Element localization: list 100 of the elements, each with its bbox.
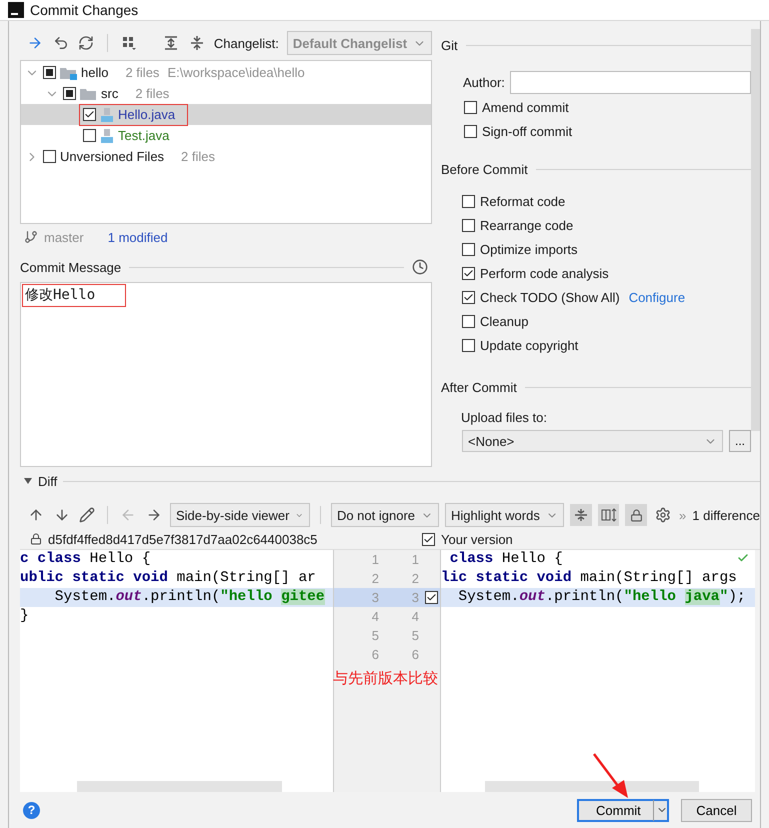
option-label: Reformat code [480, 194, 566, 208]
line-number: 5 [410, 628, 419, 643]
module-folder-icon [60, 66, 77, 80]
line-number: 1 [370, 552, 379, 567]
scrollbar[interactable] [77, 781, 282, 792]
ignore-dropdown[interactable]: Do not ignore [330, 503, 439, 527]
file-count: 2 files [125, 65, 160, 80]
line-number: 1 [410, 552, 419, 567]
section-title: Git [441, 38, 458, 52]
branch-name: master [44, 230, 84, 244]
code-line: } [20, 607, 29, 626]
annotation-note: 与先前版本比较 [333, 669, 438, 688]
line-number: 4 [370, 609, 379, 624]
message-text: 修改Hello [22, 284, 126, 307]
checkbox[interactable] [83, 108, 96, 121]
sync-scroll-icon[interactable] [598, 504, 620, 526]
version-title: Your version [441, 532, 513, 546]
line-number: 3 [410, 590, 419, 605]
tree-item-name[interactable]: hello [81, 65, 108, 80]
check-icon [737, 552, 749, 564]
commit-split-button[interactable]: Commit [577, 798, 669, 822]
diff-title: Diff [38, 474, 58, 488]
changelist-label: Changelist: [214, 36, 279, 50]
group-by-icon[interactable] [120, 35, 137, 51]
show-diff-icon[interactable] [26, 35, 43, 51]
edit-icon[interactable] [79, 507, 96, 523]
option-label: Optimize imports [480, 242, 578, 256]
collapse-unchanged-icon[interactable] [570, 504, 592, 526]
project-path: E:\workspace\idea\hello [167, 65, 305, 80]
scrollbar[interactable] [485, 781, 699, 792]
window-title: Commit Changes [30, 2, 138, 18]
revision-hash: d5fdf4ffed8d417d5e7f3817d7aa02c6440038c5 [48, 532, 318, 546]
section-title: Before Commit [441, 162, 528, 176]
modified-count[interactable]: 1 modified [108, 230, 168, 244]
checkbox[interactable] [462, 194, 475, 208]
folder-icon [80, 86, 97, 100]
line-number: 4 [410, 609, 419, 624]
upload-dropdown[interactable]: <None> [462, 430, 723, 452]
checkbox[interactable] [462, 242, 475, 256]
checkbox[interactable] [462, 290, 475, 304]
tree-item-name[interactable]: src [101, 86, 118, 101]
java-file-icon [100, 106, 114, 122]
right-code-pane[interactable]: class Hello { lic static void main(String[] args System.out.println("hello java"); [441, 550, 755, 792]
checkbox[interactable] [462, 218, 475, 232]
viewer-dropdown[interactable]: Side-by-side viewer [170, 503, 310, 527]
checkbox[interactable] [422, 532, 435, 546]
checkbox[interactable] [43, 150, 56, 163]
line-number: 5 [370, 628, 379, 643]
highlight-dropdown[interactable]: Highlight words [444, 503, 564, 527]
checkbox[interactable] [63, 87, 76, 100]
upload-label: Upload files to: [461, 410, 547, 424]
checkbox[interactable] [464, 100, 477, 114]
option-label: Update copyright [480, 338, 578, 352]
checkbox[interactable] [83, 129, 96, 142]
author-field[interactable] [510, 70, 751, 94]
line-number: 2 [410, 571, 419, 586]
cancel-button[interactable]: Cancel [681, 798, 752, 822]
java-file-icon [100, 128, 114, 144]
file-count: 2 files [135, 86, 170, 101]
tree-item-name[interactable]: Test.java [118, 128, 170, 143]
option-label: Cleanup [480, 314, 528, 328]
help-icon[interactable]: ? [23, 802, 40, 818]
checkbox[interactable] [425, 591, 438, 604]
tree-item-name[interactable]: Unversioned Files [60, 149, 164, 164]
lock-icon[interactable] [625, 504, 648, 526]
expand-all-icon[interactable] [163, 35, 180, 51]
tree-item-name[interactable]: Hello.java [118, 107, 176, 122]
author-label: Author: [463, 74, 505, 90]
browse-button[interactable]: ... [729, 430, 751, 452]
option-label: Sign-off commit [482, 124, 572, 138]
settings-icon[interactable] [655, 507, 672, 523]
difference-count: 1 difference [692, 508, 760, 522]
lock-icon [30, 533, 42, 545]
collapse-triangle-icon[interactable] [24, 478, 32, 484]
code-line: ublic static void main(String[] ar [20, 569, 316, 588]
option-label: Amend commit [482, 100, 569, 114]
checkbox[interactable] [462, 266, 475, 280]
collapse-all-icon[interactable] [189, 35, 206, 51]
left-code-pane[interactable]: c class Hello { ublic static void main(String[] ar System.out.println("hello gitee } [20, 550, 333, 792]
branch-icon [24, 230, 38, 244]
option-label: Rearrange code [480, 218, 574, 232]
line-number: 6 [410, 647, 419, 662]
option-label: Check TODO (Show All) [480, 290, 620, 304]
scrollbar[interactable] [751, 29, 760, 431]
line-number: 3 [370, 590, 379, 605]
history-icon[interactable] [412, 259, 428, 275]
checkbox[interactable] [464, 124, 477, 138]
line-number: 2 [370, 571, 379, 586]
section-title: After Commit [441, 380, 517, 394]
commit-message-label: Commit Message [20, 260, 122, 274]
configure-link[interactable]: Configure [628, 290, 686, 304]
code-line: class Hello { [448, 550, 563, 569]
checkbox[interactable] [462, 314, 475, 328]
refresh-icon[interactable] [78, 35, 94, 51]
commit-message-field[interactable]: 修改Hello [20, 282, 432, 467]
checkbox[interactable] [462, 338, 475, 352]
checkbox[interactable] [43, 66, 56, 79]
rollback-icon[interactable] [52, 35, 69, 51]
code-line: c class Hello { [20, 550, 151, 569]
file-count: 2 files [181, 149, 216, 164]
